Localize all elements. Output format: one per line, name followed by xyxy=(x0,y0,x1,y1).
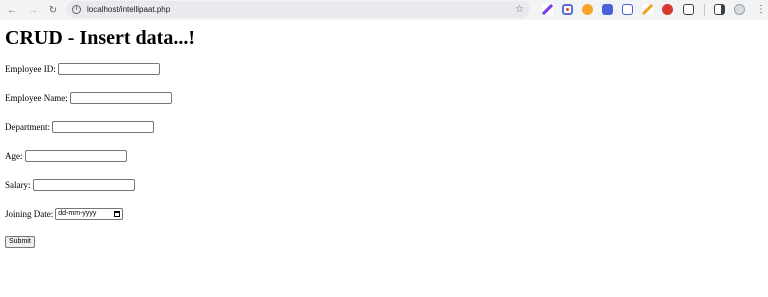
bookmark-star-icon[interactable]: ☆ xyxy=(515,1,524,18)
age-label: Age: xyxy=(5,151,23,161)
record-extension-icon[interactable] xyxy=(622,4,633,15)
forward-icon[interactable]: → xyxy=(26,0,40,20)
back-icon[interactable]: ← xyxy=(5,0,19,20)
employee-name-row: Employee Name: xyxy=(5,91,763,105)
profile-avatar-icon[interactable] xyxy=(734,4,745,15)
salary-label: Salary: xyxy=(5,180,31,190)
age-row: Age: xyxy=(5,149,763,163)
site-info-icon[interactable]: i xyxy=(72,5,81,14)
calendar-icon[interactable] xyxy=(114,211,121,217)
joining-date-input[interactable]: dd-mm-yyyy xyxy=(55,208,124,220)
employee-name-label: Employee Name: xyxy=(5,93,68,103)
joining-date-label: Joining Date: xyxy=(5,209,54,219)
age-input[interactable] xyxy=(24,150,127,162)
pencil-extension-icon[interactable] xyxy=(642,4,653,15)
employee-id-label: Employee ID: xyxy=(5,64,56,74)
side-panel-icon[interactable] xyxy=(714,4,725,15)
salary-row: Salary: xyxy=(5,178,763,192)
submit-button[interactable]: Submit xyxy=(5,236,35,248)
salary-input[interactable] xyxy=(32,179,135,191)
extensions-puzzle-icon[interactable] xyxy=(683,4,694,15)
browser-menu-icon[interactable]: ⋮ xyxy=(756,3,766,17)
department-label: Department: xyxy=(5,122,50,132)
browser-toolbar: ← → ↻ i localhost/intellipaat.php ☆ ⋮ xyxy=(0,0,768,20)
employee-id-input[interactable] xyxy=(57,63,160,75)
reload-icon[interactable]: ↻ xyxy=(46,0,60,20)
submit-row: Submit xyxy=(5,236,763,248)
toolbar-divider xyxy=(704,4,705,16)
employee-id-row: Employee ID: xyxy=(5,62,763,76)
extension-icon[interactable] xyxy=(562,4,573,15)
s-extension-icon[interactable] xyxy=(662,4,673,15)
emoji-extension-icon[interactable] xyxy=(582,4,593,15)
joining-date-row: Joining Date: dd-mm-yyyy xyxy=(5,207,763,221)
url-text[interactable]: localhost/intellipaat.php xyxy=(87,5,170,14)
address-bar[interactable]: i localhost/intellipaat.php ☆ xyxy=(66,1,530,18)
page-content: CRUD - Insert data...! Employee ID: Empl… xyxy=(0,27,768,248)
robot-extension-icon[interactable] xyxy=(602,4,613,15)
department-input[interactable] xyxy=(51,121,154,133)
employee-name-input[interactable] xyxy=(69,92,172,104)
department-row: Department: xyxy=(5,120,763,134)
page-title: CRUD - Insert data...! xyxy=(5,27,195,49)
date-placeholder: dd-mm-yyyy xyxy=(58,210,97,217)
pen-extension-icon[interactable] xyxy=(542,4,553,15)
